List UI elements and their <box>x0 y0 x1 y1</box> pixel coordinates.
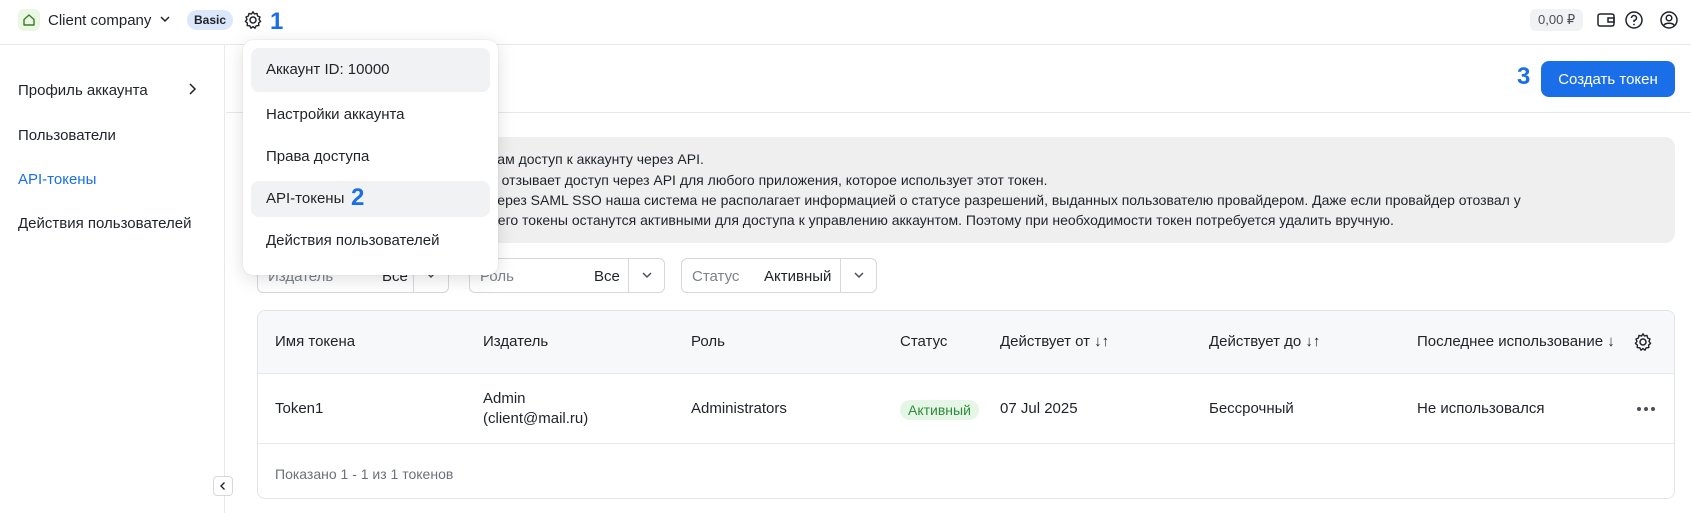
sidebar-item-api-tokens[interactable]: API-токены <box>18 171 96 188</box>
more-actions-icon[interactable] <box>1634 402 1658 416</box>
chevron-down-icon <box>852 268 866 286</box>
wallet-icon[interactable] <box>1595 9 1617 31</box>
table-footer-count: Показано 1 - 1 из 1 токенов <box>275 466 454 482</box>
status-badge: Активный <box>900 400 979 420</box>
top-bar: Client company Basic 1 0,00 ₽ <box>0 0 1691 45</box>
chevron-down-icon <box>640 268 654 286</box>
company-switcher[interactable]: Client company <box>18 8 171 32</box>
valid-to-cell: Бессрочный <box>1209 400 1294 417</box>
balance-display: 0,00 ₽ <box>1530 9 1584 31</box>
column-header-valid-from[interactable]: Действует от ↓↑ <box>1000 333 1109 350</box>
status-filter-value: Активный <box>764 268 832 285</box>
menu-item-user-actions[interactable]: Действия пользователей <box>251 223 490 259</box>
sidebar: Профиль аккаунта Пользователи API-токены… <box>0 45 225 513</box>
step-marker-3: 3 <box>1517 63 1531 90</box>
user-profile-icon[interactable] <box>1658 9 1680 31</box>
tokens-table: Имя токена Издатель Роль Статус Действуе… <box>257 310 1675 499</box>
help-icon[interactable] <box>1623 9 1645 31</box>
role-filter[interactable]: Роль Все <box>469 258 665 293</box>
create-token-button[interactable]: Создать токен <box>1541 61 1675 97</box>
last-used-cell: Не использовался <box>1417 400 1545 417</box>
info-line: , его токены останутся активными для дос… <box>490 212 1394 228</box>
collapse-sidebar-button[interactable] <box>213 476 233 496</box>
column-header-valid-to[interactable]: Действует до ↓↑ <box>1209 333 1320 350</box>
menu-item-api-tokens-label: API-токены <box>266 190 345 207</box>
column-header-issuer[interactable]: Издатель <box>483 333 548 350</box>
token-name-cell: Token1 <box>275 400 324 417</box>
valid-from-cell: 07 Jul 2025 <box>1000 400 1078 417</box>
sidebar-item-user-actions[interactable]: Действия пользователей <box>18 215 191 232</box>
table-header: Имя токена Издатель Роль Статус Действуе… <box>258 311 1674 374</box>
column-header-token-name[interactable]: Имя токена <box>275 333 355 350</box>
sidebar-item-account-profile[interactable]: Профиль аккаунта <box>18 82 148 99</box>
column-header-role[interactable]: Роль <box>691 333 725 350</box>
plan-badge: Basic <box>187 10 234 30</box>
menu-item-account-settings[interactable]: Настройки аккаунта <box>251 97 490 133</box>
role-cell: Administrators <box>691 400 787 417</box>
chevron-down-icon <box>159 12 171 29</box>
step-marker-1: 1 <box>270 8 284 35</box>
step-marker-2: 2 <box>351 184 365 211</box>
info-line: через SAML SSO наша система не располага… <box>490 192 1521 208</box>
column-settings-gear-icon[interactable] <box>1632 331 1654 353</box>
divider <box>840 259 841 292</box>
table-row[interactable]: Token1 Admin (client@mail.ru) Administra… <box>258 374 1674 444</box>
sidebar-item-users[interactable]: Пользователи <box>18 127 116 144</box>
settings-gear-icon[interactable] <box>242 9 264 31</box>
status-filter[interactable]: Статус Активный <box>681 258 877 293</box>
issuer-cell-name: Admin <box>483 390 526 407</box>
issuer-cell-email: (client@mail.ru) <box>483 410 589 427</box>
info-line: вам доступ к аккаунту через API. <box>490 151 704 167</box>
home-icon <box>18 9 40 31</box>
menu-item-access-rights[interactable]: Права доступа <box>251 139 490 175</box>
role-filter-value: Все <box>594 268 620 285</box>
column-header-status[interactable]: Статус <box>900 333 947 350</box>
menu-item-api-tokens[interactable]: API-токены 2 <box>251 181 490 217</box>
company-name: Client company <box>48 11 152 29</box>
status-filter-label: Статус <box>692 268 740 285</box>
menu-account-id: Аккаунт ID: 10000 <box>251 48 490 92</box>
column-header-last-used[interactable]: Последнее использование ↓ <box>1417 333 1614 350</box>
divider <box>628 259 629 292</box>
chevron-right-icon[interactable] <box>186 82 198 100</box>
account-settings-menu: Аккаунт ID: 10000 Настройки аккаунта Пра… <box>243 40 498 275</box>
info-line: о отзывает доступ через API для любого п… <box>490 172 1048 188</box>
